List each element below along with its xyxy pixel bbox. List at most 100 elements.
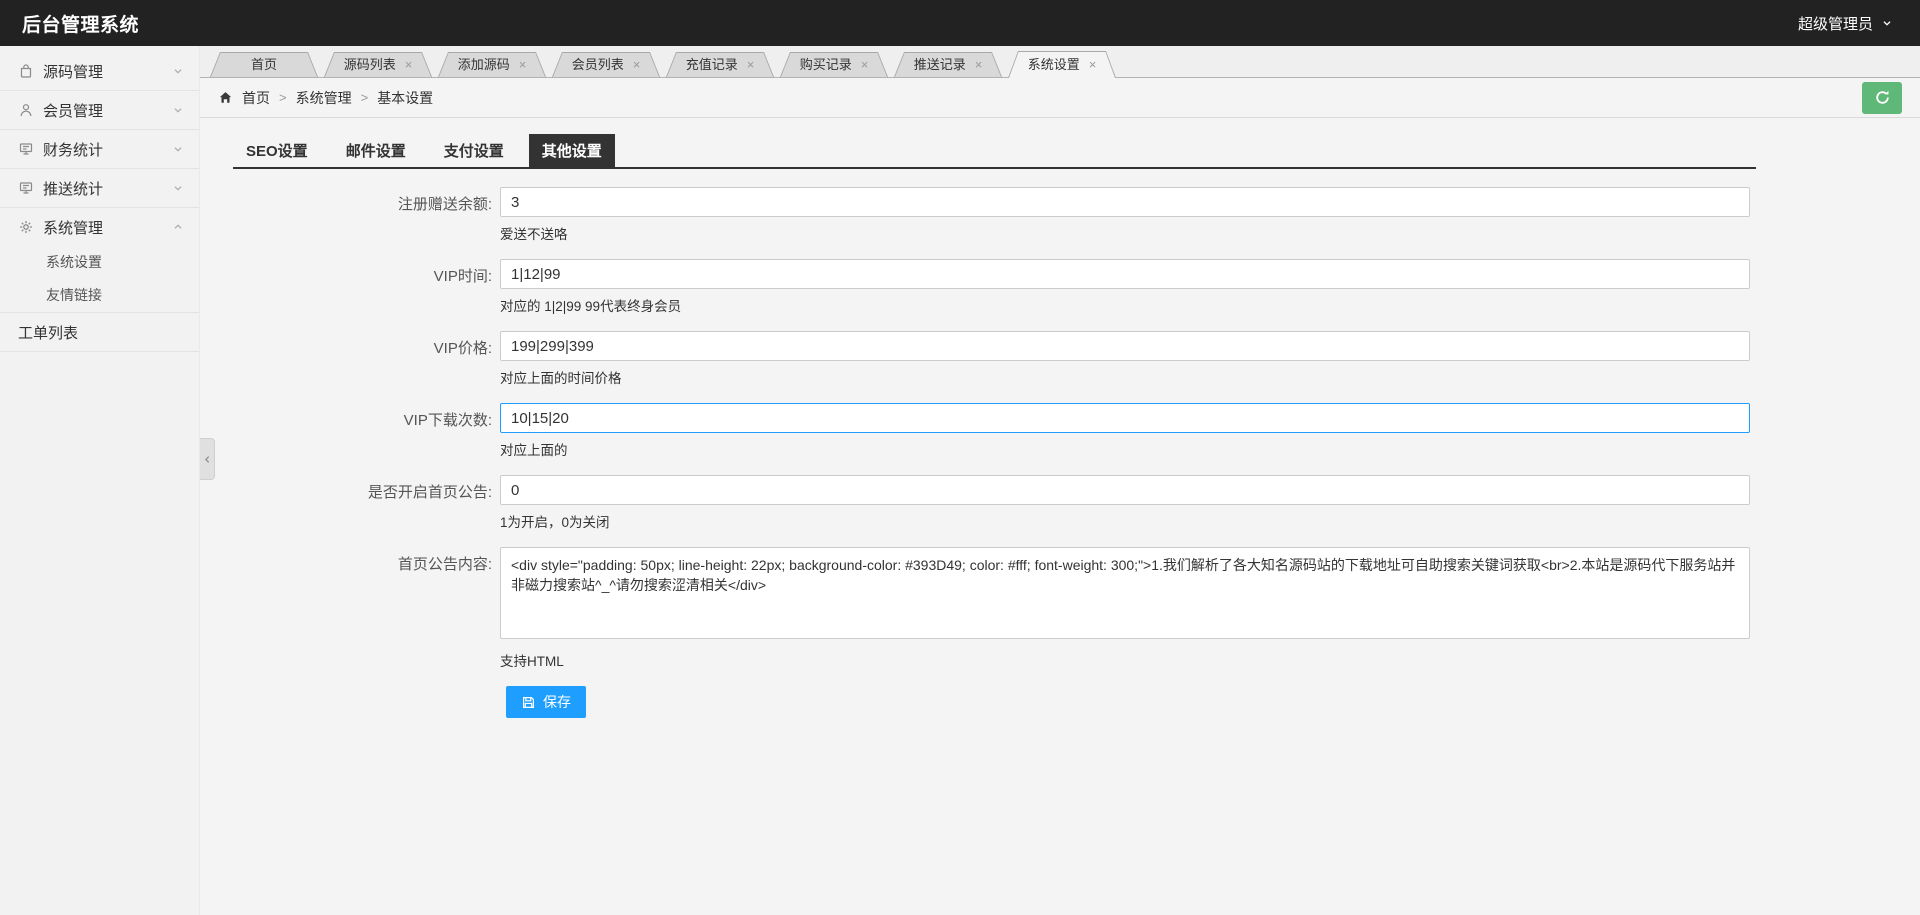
refresh-button[interactable]: [1862, 81, 1902, 114]
tab-label: 充值记录: [685, 57, 738, 72]
user-name: 超级管理员: [1797, 15, 1873, 33]
field-input-0[interactable]: [500, 187, 1750, 217]
tab-2[interactable]: 添加源码 ×: [438, 52, 546, 77]
field-hint: 对应的 1|2|99 99代表终身会员: [500, 299, 682, 314]
sidebar-item-label: 推送统计: [43, 180, 104, 198]
close-icon[interactable]: ×: [405, 58, 413, 71]
chevron-down-icon: [171, 103, 185, 117]
chevron-left-icon: [201, 453, 214, 466]
main-area: 首页 源码列表 × 添加源码 × 会员列表 × 充值记录 × 购买记录 × 推送记录 × 系统设置 × 首页…: [200, 46, 1920, 718]
gear-icon: [18, 219, 34, 235]
tab-label: 系统设置: [1027, 57, 1080, 72]
close-icon[interactable]: ×: [519, 58, 527, 71]
field-input-5[interactable]: [500, 547, 1750, 639]
home-icon: [218, 90, 233, 105]
tab-6[interactable]: 推送记录 ×: [894, 52, 1002, 77]
close-icon[interactable]: ×: [1089, 58, 1097, 71]
field-label: VIP下载次数:: [403, 412, 492, 429]
close-icon[interactable]: ×: [975, 58, 983, 71]
sidebar-subitem-4-1[interactable]: 友情链接: [0, 279, 199, 312]
sidebar-item-5[interactable]: 工单列表: [0, 313, 199, 351]
field-hint: 对应上面的: [500, 443, 568, 458]
settings-content: SEO设置邮件设置支付设置其他设置 注册赠送余额: 爱送不送咯 VIP时间: 对应的 …: [200, 118, 1920, 718]
settings-tab-3[interactable]: 其他设置: [528, 134, 615, 167]
tab-4[interactable]: 充值记录 ×: [666, 52, 774, 77]
form-row: 是否开启首页公告: 1为开启，0为关闭: [200, 475, 1920, 531]
form-row: 首页公告内容: 支持HTML: [200, 547, 1920, 670]
user-icon: [18, 102, 34, 118]
topbar: 后台管理系统 超级管理员: [0, 0, 1920, 46]
sidebar-item-label: 系统管理: [43, 219, 104, 237]
chevron-down-icon: [171, 64, 185, 78]
field-hint: 1为开启，0为关闭: [500, 515, 610, 530]
tab-1[interactable]: 源码列表 ×: [324, 52, 432, 77]
tab-strip: 首页 源码列表 × 添加源码 × 会员列表 × 充值记录 × 购买记录 × 推送记录 × 系统设置 ×: [200, 46, 1920, 78]
tab-7[interactable]: 系统设置 ×: [1008, 51, 1116, 78]
field-input-2[interactable]: [500, 331, 1750, 361]
field-input-4[interactable]: [500, 475, 1750, 505]
close-icon[interactable]: ×: [861, 58, 869, 71]
tab-label: 推送记录: [913, 57, 966, 72]
chevron-down-icon: [1880, 16, 1894, 30]
tab-label: 首页: [250, 57, 277, 72]
tab-label: 购买记录: [799, 57, 852, 72]
chevron-down-icon: [171, 181, 185, 195]
chevron-down-icon: [171, 142, 185, 156]
settings-tab-2[interactable]: 支付设置: [431, 134, 517, 167]
sidebar-subitem-4-0[interactable]: 系统设置: [0, 246, 199, 279]
settings-tabs: SEO设置 邮件设置 支付设置 其他设置: [233, 134, 1756, 169]
form-row: VIP下载次数: 对应上面的: [200, 403, 1920, 459]
bag-icon: [18, 63, 34, 79]
save-button[interactable]: 保存: [506, 686, 586, 718]
form-row: VIP价格: 对应上面的时间价格: [200, 331, 1920, 387]
report-icon: [18, 180, 34, 196]
sidebar-group: 源码管理: [0, 52, 199, 91]
breadcrumb-item-0[interactable]: 首页: [242, 88, 270, 108]
field-label: 首页公告内容:: [397, 556, 492, 573]
breadcrumb-item-2[interactable]: 基本设置: [377, 88, 433, 108]
save-row: 保存: [506, 686, 1920, 718]
tab-label: 添加源码: [457, 57, 510, 72]
sidebar-item-4[interactable]: 系统管理: [0, 208, 199, 246]
sidebar-item-label: 工单列表: [18, 324, 79, 342]
field-input-3[interactable]: [500, 403, 1750, 433]
tab-3[interactable]: 会员列表 ×: [552, 52, 660, 77]
form-row: VIP时间: 对应的 1|2|99 99代表终身会员: [200, 259, 1920, 315]
field-input-1[interactable]: [500, 259, 1750, 289]
field-hint: 对应上面的时间价格: [500, 371, 622, 386]
close-icon[interactable]: ×: [747, 58, 755, 71]
sidebar-group: 推送统计: [0, 169, 199, 208]
form-row: 注册赠送余额: 爱送不送咯: [200, 187, 1920, 243]
field-hint: 爱送不送咯: [500, 227, 568, 242]
sidebar-group: 财务统计: [0, 130, 199, 169]
field-label: VIP时间:: [433, 268, 492, 285]
tab-5[interactable]: 购买记录 ×: [780, 52, 888, 77]
breadcrumb-bar: 首页 > 系统管理 > 基本设置: [200, 78, 1920, 118]
close-icon[interactable]: ×: [633, 58, 641, 71]
sidebar-item-3[interactable]: 推送统计: [0, 169, 199, 207]
chevron-up-icon: [171, 220, 185, 234]
field-label: VIP价格:: [433, 340, 492, 357]
sidebar-item-label: 财务统计: [43, 141, 104, 159]
tab-0[interactable]: 首页: [210, 52, 318, 77]
sidebar-item-1[interactable]: 会员管理: [0, 91, 199, 129]
tab-label: 会员列表: [571, 57, 624, 72]
settings-tab-1[interactable]: 邮件设置: [333, 134, 419, 167]
sidebar-item-2[interactable]: 财务统计: [0, 130, 199, 168]
save-button-label: 保存: [543, 694, 571, 710]
field-label: 注册赠送余额:: [397, 196, 492, 213]
settings-tab-0[interactable]: SEO设置: [233, 134, 321, 167]
sidebar-item-0[interactable]: 源码管理: [0, 52, 199, 90]
sidebar-collapse-handle[interactable]: [200, 438, 215, 480]
breadcrumb-item-1[interactable]: 系统管理: [296, 88, 352, 108]
breadcrumb-separator: >: [360, 90, 369, 105]
sidebar-item-label: 会员管理: [43, 102, 104, 120]
breadcrumb: 首页 > 系统管理 > 基本设置: [218, 88, 433, 108]
sidebar-group: 系统管理系统设置 友情链接: [0, 208, 199, 313]
breadcrumb-separator: >: [279, 90, 287, 105]
save-icon: [521, 695, 536, 710]
user-menu[interactable]: 超级管理员: [1798, 13, 1894, 34]
sidebar-group: 会员管理: [0, 91, 199, 130]
sidebar-group: 工单列表: [0, 313, 199, 352]
refresh-icon: [1874, 89, 1891, 106]
